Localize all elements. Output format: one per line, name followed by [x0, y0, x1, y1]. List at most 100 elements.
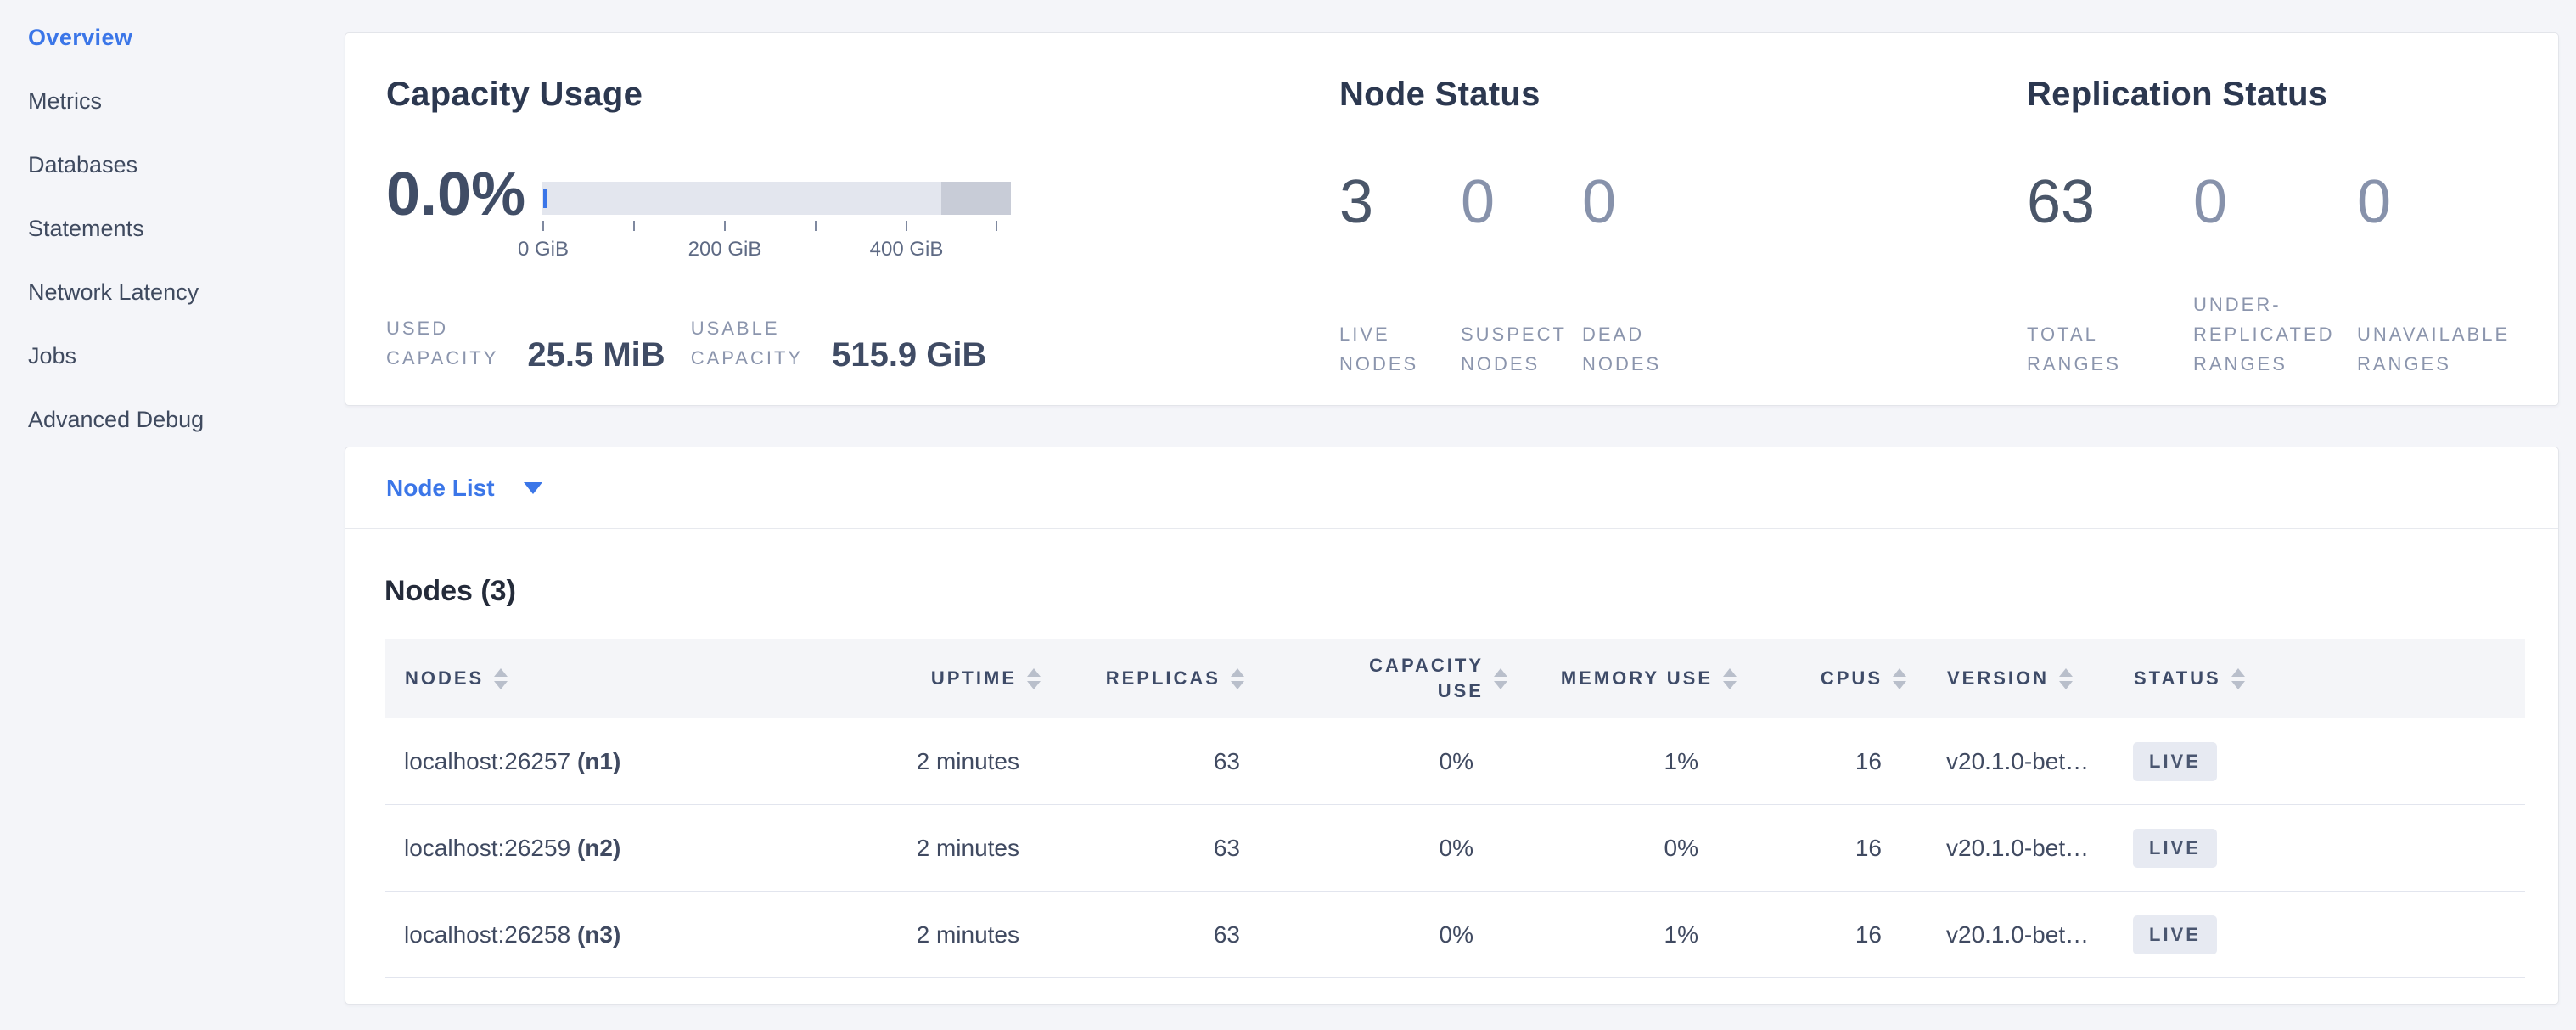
uptime-cell: 2 minutes — [839, 718, 1053, 805]
capacity-used-percent: 0.0% — [386, 162, 525, 227]
axis-label-200gib: 200 GiB — [688, 238, 762, 262]
cpus-cell: 16 — [1749, 718, 1919, 805]
capacity-bar-chart: 0 GiB 200 GiB 400 GiB — [542, 182, 1011, 292]
sidebar: Overview Metrics Databases Statements Ne… — [28, 24, 204, 470]
memory-use-cell: 1% — [1520, 892, 1749, 978]
cpus-cell: 16 — [1749, 805, 1919, 892]
column-header-uptime[interactable]: UPTIME — [839, 639, 1053, 718]
sidebar-item-statements[interactable]: Statements — [28, 215, 204, 243]
table-row[interactable]: localhost:26259 (n2) 2 minutes 63 0% 0% … — [385, 805, 2525, 892]
axis-tick — [906, 221, 907, 231]
used-capacity-label-line1: USED — [386, 313, 498, 343]
column-header-version[interactable]: VERSION — [1919, 639, 2106, 718]
capacity-use-cell: 0% — [1257, 718, 1520, 805]
live-nodes-label: LIVE NODES — [1339, 319, 1461, 379]
node-address-cell: localhost:26257 (n1) — [385, 718, 839, 805]
label-line: RANGES — [2027, 349, 2193, 379]
status-badge: LIVE — [2133, 742, 2217, 781]
sidebar-item-advanced-debug[interactable]: Advanced Debug — [28, 406, 204, 434]
sort-icon — [1494, 668, 1507, 689]
sidebar-item-network-latency[interactable]: Network Latency — [28, 279, 204, 307]
axis-tick — [724, 221, 726, 231]
unavailable-ranges-label: UNAVAILABLE RANGES — [2357, 319, 2544, 379]
version-cell: v20.1.0-bet… — [1919, 805, 2106, 892]
sidebar-item-overview[interactable]: Overview — [28, 24, 204, 52]
replicas-cell: 63 — [1053, 805, 1257, 892]
column-label: CAPACITY USE — [1369, 653, 1484, 704]
capacity-bar-dark-segment — [941, 182, 1011, 215]
axis-tick — [815, 221, 817, 231]
sidebar-item-databases[interactable]: Databases — [28, 151, 204, 179]
sort-icon — [1893, 668, 1906, 689]
uptime-cell: 2 minutes — [839, 805, 1053, 892]
memory-use-cell: 0% — [1520, 805, 1749, 892]
column-label: UPTIME — [931, 667, 1017, 689]
capacity-use-cell: 0% — [1257, 892, 1520, 978]
usable-capacity-label-line2: CAPACITY — [691, 343, 803, 373]
capacity-usage-title: Capacity Usage — [386, 76, 643, 114]
live-nodes-value: 3 — [1339, 171, 1461, 234]
usable-capacity-label-line1: USABLE — [691, 313, 803, 343]
version-cell: v20.1.0-bet… — [1919, 892, 2106, 978]
capacity-bar-used-segment — [543, 189, 547, 208]
total-ranges-value: 63 — [2027, 171, 2193, 234]
label-line: NODES — [1461, 349, 1582, 379]
column-header-replicas[interactable]: REPLICAS — [1053, 639, 1257, 718]
sort-icon — [2059, 668, 2073, 689]
node-status-title: Node Status — [1339, 76, 1541, 114]
label-line: UNDER- — [2193, 290, 2357, 319]
label-line: RANGES — [2357, 349, 2544, 379]
dead-nodes-label: DEAD NODES — [1582, 319, 1718, 379]
table-row[interactable]: localhost:26258 (n3) 2 minutes 63 0% 1% … — [385, 892, 2525, 978]
table-row[interactable]: localhost:26257 (n1) 2 minutes 63 0% 1% … — [385, 718, 2525, 805]
axis-label-0gib: 0 GiB — [518, 238, 569, 262]
node-list-dropdown-label: Node List — [386, 475, 495, 502]
sort-icon — [1723, 668, 1737, 689]
sort-icon — [1027, 668, 1041, 689]
column-header-capacity-use[interactable]: CAPACITY USE — [1257, 639, 1520, 718]
node-id: (n2) — [577, 835, 620, 861]
label-line: TOTAL — [2027, 319, 2193, 349]
column-header-cpus[interactable]: CPUS — [1749, 639, 1919, 718]
capacity-stats: USED CAPACITY 25.5 MiB USABLE CAPACITY 5… — [386, 313, 986, 373]
node-id: (n1) — [577, 748, 620, 774]
nodes-table: NODES UPTIME REPLICAS — [385, 639, 2525, 978]
total-ranges-label: TOTAL RANGES — [2027, 319, 2193, 379]
column-label: MEMORY USE — [1561, 667, 1713, 689]
under-replicated-ranges-value: 0 — [2193, 171, 2357, 234]
label-line: REPLICATED — [2193, 319, 2357, 349]
suspect-nodes-value: 0 — [1461, 171, 1582, 234]
version-cell: v20.1.0-bet… — [1919, 718, 2106, 805]
under-replicated-ranges-stat: 0 UNDER- REPLICATED RANGES — [2193, 171, 2357, 379]
column-label: STATUS — [2134, 667, 2221, 689]
used-capacity-value: 25.5 MiB — [527, 337, 665, 373]
node-status-stats: 3 LIVE NODES 0 SUSPECT NODES 0 DEAD NODE… — [1339, 171, 1718, 379]
column-header-status[interactable]: STATUS — [2106, 639, 2525, 718]
dead-nodes-value: 0 — [1582, 171, 1718, 234]
sidebar-item-metrics[interactable]: Metrics — [28, 87, 204, 115]
column-header-nodes[interactable]: NODES — [385, 639, 839, 718]
node-list-card: Node List Nodes (3) NODES UPTIME — [345, 447, 2559, 1005]
node-id: (n3) — [577, 921, 620, 948]
node-list-dropdown[interactable]: Node List — [386, 475, 542, 502]
capacity-use-cell: 0% — [1257, 805, 1520, 892]
label-line: NODES — [1339, 349, 1461, 379]
node-list-header-row: Node List — [345, 447, 2558, 529]
usable-capacity-label: USABLE CAPACITY — [691, 313, 803, 373]
node-address: localhost:26259 — [404, 835, 570, 861]
status-cell: LIVE — [2106, 892, 2525, 978]
live-nodes-stat: 3 LIVE NODES — [1339, 171, 1461, 379]
label-line: UNAVAILABLE — [2357, 319, 2544, 349]
node-address-cell: localhost:26258 (n3) — [385, 892, 839, 978]
nodes-table-wrap: NODES UPTIME REPLICAS — [385, 639, 2525, 978]
status-cell: LIVE — [2106, 805, 2525, 892]
node-address: localhost:26258 — [404, 921, 570, 948]
status-badge: LIVE — [2133, 829, 2217, 868]
sidebar-item-jobs[interactable]: Jobs — [28, 342, 204, 370]
column-label: CPUS — [1821, 667, 1883, 689]
chevron-down-icon — [524, 482, 542, 494]
column-header-memory-use[interactable]: MEMORY USE — [1520, 639, 1749, 718]
label-line: DEAD — [1582, 319, 1718, 349]
status-cell: LIVE — [2106, 718, 2525, 805]
status-badge: LIVE — [2133, 915, 2217, 954]
